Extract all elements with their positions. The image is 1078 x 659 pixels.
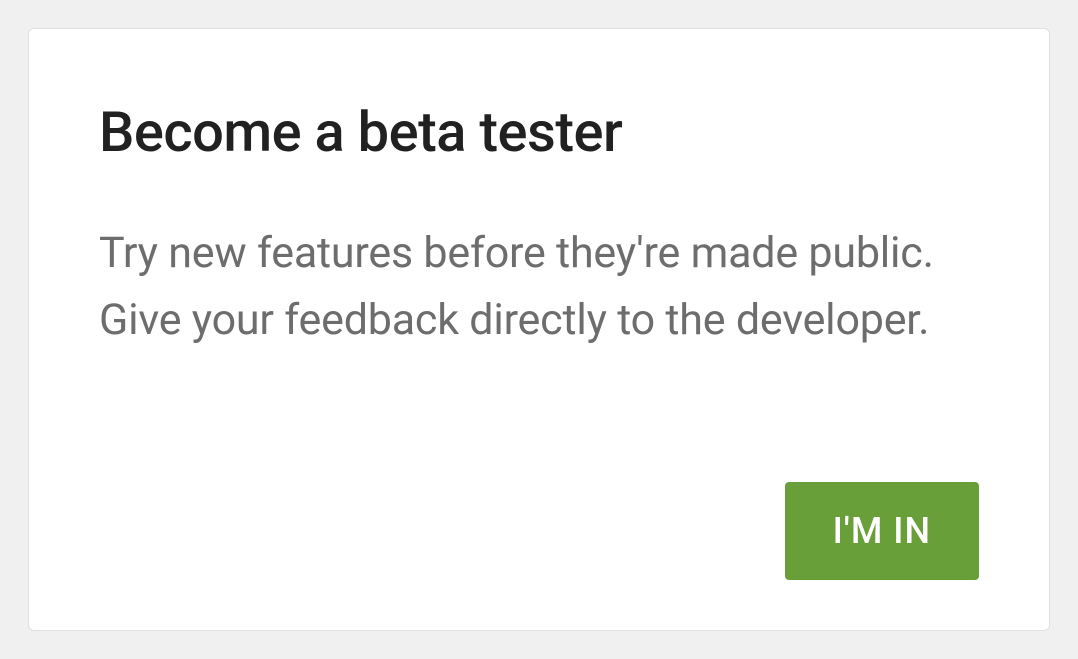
button-row: I'M IN xyxy=(99,482,979,580)
beta-tester-card: Become a beta tester Try new features be… xyxy=(28,28,1050,631)
card-title: Become a beta tester xyxy=(99,99,979,165)
im-in-button[interactable]: I'M IN xyxy=(785,482,979,580)
card-description: Try new features before they're made pub… xyxy=(99,220,979,353)
